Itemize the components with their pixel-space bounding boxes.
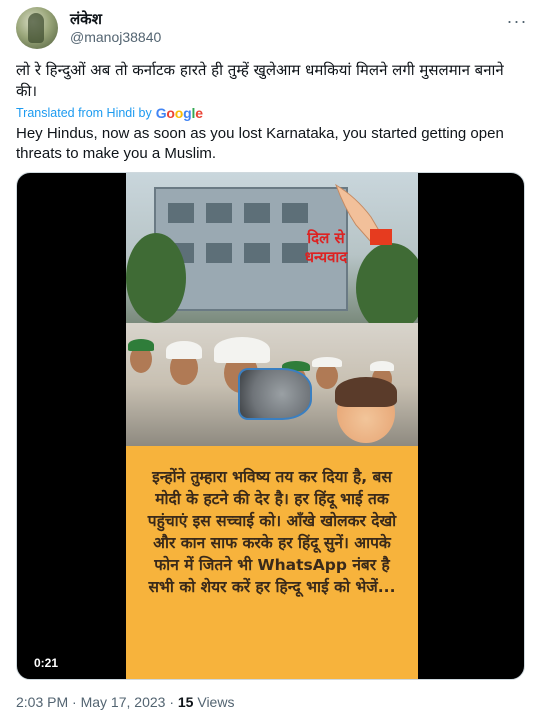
tweet-date[interactable]: May 17, 2023	[81, 694, 166, 710]
video-scene: दिल से धन्यवाद	[126, 173, 418, 446]
meta-separator-2: ·	[165, 694, 178, 710]
more-dots-icon[interactable]: ···	[506, 10, 528, 32]
google-logo: Google	[155, 105, 203, 121]
video-player[interactable]: दिल से धन्यवाद इन्होंने तुम्हारा भविष्य …	[16, 172, 525, 680]
video-overlay-title: दिल से धन्यवाद	[304, 229, 348, 266]
video-caption-text: इन्होंने तुम्हारा भविष्य तय कर दिया है, …	[147, 468, 397, 596]
meta-separator: ·	[68, 694, 81, 710]
emoji-face-icon	[335, 377, 397, 443]
author-display-name[interactable]: लंकेश	[70, 9, 102, 29]
tweet-text: लो रे हिन्दुओं अब तो कर्नाटक हारते ही तु…	[16, 61, 504, 100]
author-handle[interactable]: @manoj38840	[70, 29, 161, 45]
translated-label: Translated from Hindi by	[16, 106, 152, 120]
views-label: Views	[193, 694, 235, 710]
tweet-meta: 2:03 PM · May 17, 2023 · 15 Views	[16, 694, 234, 710]
avatar-figure	[28, 13, 44, 43]
megaphone-image	[238, 368, 312, 420]
tweet-time[interactable]: 2:03 PM	[16, 694, 68, 710]
translation-attribution: Translated from Hindi by Google	[16, 105, 203, 121]
views-count[interactable]: 15	[178, 694, 194, 710]
video-caption-panel: इन्होंने तुम्हारा भविष्य तय कर दिया है, …	[126, 446, 418, 679]
video-timecode: 0:21	[30, 654, 63, 672]
video-frame[interactable]: दिल से धन्यवाद इन्होंने तुम्हारा भविष्य …	[126, 173, 418, 679]
author-avatar[interactable]	[16, 7, 58, 49]
translated-text: Hey Hindus, now as soon as you lost Karn…	[16, 125, 504, 162]
